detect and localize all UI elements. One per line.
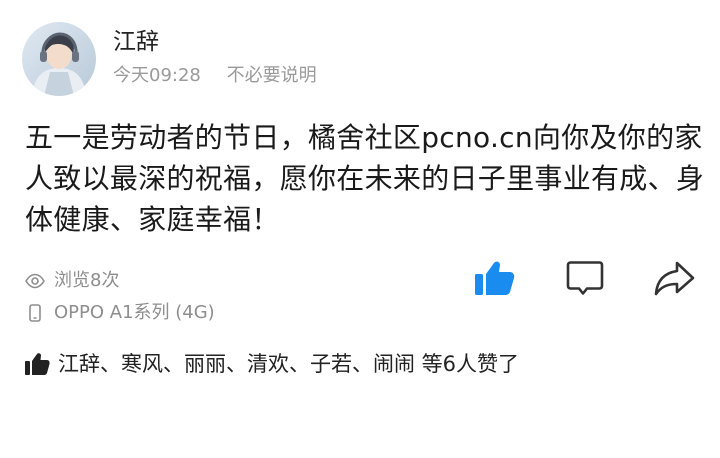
phone-icon [24, 302, 46, 324]
likers-list[interactable]: 江辞、寒风、丽丽、清欢、子若、闹闹 等6人赞了 [24, 349, 519, 379]
post-subtitle: 不必要说明 [226, 65, 317, 86]
avatar-image [22, 22, 96, 96]
thumbs-up-icon [475, 261, 515, 295]
post-meta: 今天09:28 不必要说明 [113, 64, 317, 88]
thumbs-up-small-icon [24, 351, 50, 377]
comment-icon [566, 261, 604, 295]
post-time: 今天09:28 [113, 65, 201, 86]
share-icon [654, 261, 695, 296]
view-count-text: 浏览8次 [54, 270, 120, 291]
device-info: OPPO A1系列 (4G) [24, 300, 215, 326]
avatar[interactable] [22, 22, 96, 96]
share-button[interactable] [652, 258, 696, 298]
like-button[interactable] [472, 258, 516, 298]
comment-button[interactable] [563, 258, 607, 298]
post-content: 五一是劳动者的节日，橘舍社区pcno.cn向你及你的家人致以最深的祝福，愿你在未… [25, 121, 705, 236]
likers-text: 江辞、寒风、丽丽、清欢、子若、闹闹 等6人赞了 [58, 352, 520, 376]
username[interactable]: 江辞 [113, 28, 159, 56]
eye-icon [24, 270, 46, 292]
device-text: OPPO A1系列 (4G) [54, 302, 215, 323]
view-count: 浏览8次 [24, 268, 119, 294]
